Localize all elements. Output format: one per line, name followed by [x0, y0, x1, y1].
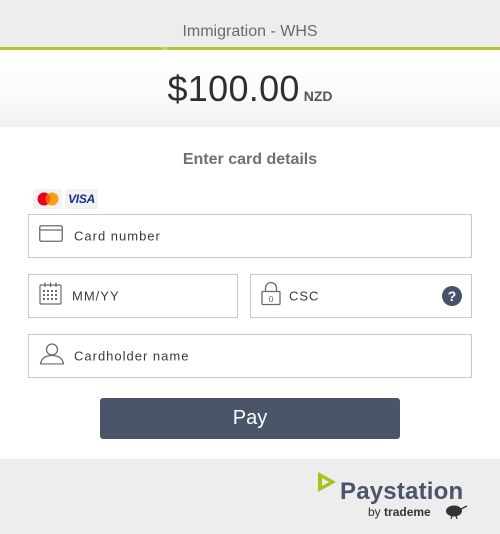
brand-by-text: by: [368, 505, 381, 519]
brand-tagline: by trademe: [368, 505, 431, 519]
pay-button[interactable]: Pay: [100, 398, 400, 439]
brand-sub-text: trademe: [384, 505, 431, 519]
card-brand-logos: VISA: [33, 189, 98, 209]
amount-display: $100.00 NZD: [0, 68, 500, 110]
amount-value: $100.00: [167, 68, 300, 109]
kiwi-bird-icon: [446, 505, 468, 519]
csc-placeholder: CSC: [289, 288, 320, 304]
card-number-placeholder: Card number: [74, 228, 161, 244]
svg-text:0: 0: [268, 295, 273, 304]
calendar-icon: [39, 282, 62, 310]
cardholder-placeholder: Cardholder name: [74, 348, 190, 364]
padlock-icon: 0: [261, 281, 281, 311]
paystation-logo: Paystation by trademe: [316, 470, 476, 522]
csc-field[interactable]: 0 CSC ?: [250, 274, 472, 318]
paystation-play-icon: [318, 472, 336, 492]
csc-help-icon[interactable]: ?: [442, 286, 462, 306]
expiry-field[interactable]: MM/YY: [28, 274, 238, 318]
mastercard-icon: [33, 189, 62, 209]
expiry-placeholder: MM/YY: [72, 288, 120, 304]
brand-name: Paystation: [340, 478, 464, 505]
card-number-field[interactable]: Card number: [28, 214, 472, 258]
merchant-title: Immigration - WHS: [182, 23, 318, 40]
credit-card-icon: [39, 225, 63, 247]
form-title: Enter card details: [182, 151, 318, 168]
person-icon: [39, 343, 65, 370]
amount-currency: NZD: [303, 88, 333, 104]
visa-icon: VISA: [65, 189, 98, 209]
cardholder-field[interactable]: Cardholder name: [28, 334, 472, 378]
